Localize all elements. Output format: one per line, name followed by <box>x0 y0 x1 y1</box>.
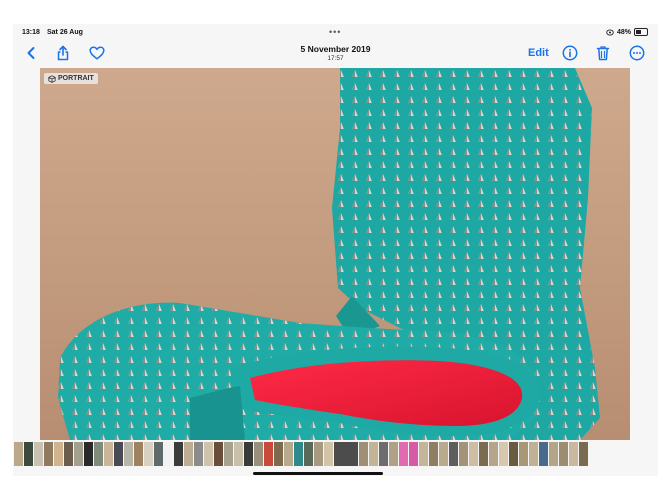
filmstrip-thumbnail[interactable] <box>54 442 63 466</box>
filmstrip-thumbnail[interactable] <box>539 442 548 466</box>
filmstrip-thumbnail[interactable] <box>214 442 223 466</box>
battery-percent: 48% <box>616 28 631 36</box>
filmstrip-thumbnail[interactable] <box>224 442 233 466</box>
studded-heels-photo <box>40 68 630 440</box>
photo-viewer[interactable]: PORTRAIT <box>40 68 630 440</box>
info-icon <box>562 45 578 61</box>
more-icon <box>629 45 645 61</box>
filmstrip-thumbnail[interactable] <box>254 442 263 466</box>
filmstrip-thumbnail[interactable] <box>294 442 303 466</box>
filmstrip-thumbnail[interactable] <box>124 442 133 466</box>
multitasking-dots-icon[interactable]: ••• <box>329 27 341 37</box>
orientation-lock-icon <box>606 28 614 36</box>
filmstrip-thumbnail[interactable] <box>529 442 538 466</box>
filmstrip[interactable] <box>13 442 658 468</box>
filmstrip-thumbnail[interactable] <box>559 442 568 466</box>
filmstrip-thumbnail[interactable] <box>579 442 588 466</box>
filmstrip-thumbnail-current[interactable] <box>334 442 358 466</box>
filmstrip-thumbnail[interactable] <box>34 442 43 466</box>
filmstrip-thumbnail[interactable] <box>234 442 243 466</box>
filmstrip-thumbnail[interactable] <box>194 442 203 466</box>
filmstrip-thumbnail[interactable] <box>439 442 448 466</box>
filmstrip-thumbnail[interactable] <box>449 442 458 466</box>
filmstrip-thumbnail[interactable] <box>569 442 578 466</box>
filmstrip-thumbnail[interactable] <box>114 442 123 466</box>
filmstrip-thumbnail[interactable] <box>389 442 398 466</box>
cube-icon <box>48 74 56 83</box>
filmstrip-thumbnail[interactable] <box>104 442 113 466</box>
filmstrip-thumbnail[interactable] <box>379 442 388 466</box>
portrait-badge: PORTRAIT <box>44 73 98 84</box>
delete-button[interactable] <box>593 43 613 63</box>
filmstrip-thumbnail[interactable] <box>244 442 253 466</box>
filmstrip-thumbnail[interactable] <box>24 442 33 466</box>
filmstrip-thumbnail[interactable] <box>74 442 83 466</box>
home-indicator[interactable] <box>253 472 383 475</box>
filmstrip-thumbnail[interactable] <box>479 442 488 466</box>
navigation-bar: 5 November 2019 17:57 Edit <box>13 40 658 66</box>
more-button[interactable] <box>627 43 647 63</box>
battery-icon <box>634 28 648 36</box>
filmstrip-thumbnail[interactable] <box>399 442 408 466</box>
edit-button[interactable]: Edit <box>528 47 549 59</box>
filmstrip-thumbnail[interactable] <box>94 442 103 466</box>
filmstrip-thumbnail[interactable] <box>174 442 183 466</box>
filmstrip-thumbnail[interactable] <box>459 442 468 466</box>
filmstrip-thumbnail[interactable] <box>489 442 498 466</box>
portrait-label: PORTRAIT <box>58 75 94 82</box>
filmstrip-thumbnail[interactable] <box>304 442 313 466</box>
filmstrip-thumbnail[interactable] <box>154 442 163 466</box>
filmstrip-thumbnail[interactable] <box>324 442 333 466</box>
filmstrip-thumbnail[interactable] <box>499 442 508 466</box>
info-button[interactable] <box>560 43 580 63</box>
filmstrip-thumbnail[interactable] <box>14 442 23 466</box>
filmstrip-thumbnail[interactable] <box>314 442 323 466</box>
filmstrip-thumbnail[interactable] <box>369 442 378 466</box>
filmstrip-thumbnail[interactable] <box>184 442 193 466</box>
filmstrip-thumbnail[interactable] <box>264 442 273 466</box>
photos-screen: 13:18 Sat 26 Aug ••• 48% 5 November 2019… <box>13 24 658 476</box>
trash-icon <box>596 46 610 61</box>
filmstrip-thumbnail[interactable] <box>519 442 528 466</box>
filmstrip-thumbnail[interactable] <box>284 442 293 466</box>
filmstrip-thumbnail[interactable] <box>419 442 428 466</box>
filmstrip-thumbnail[interactable] <box>64 442 73 466</box>
filmstrip-thumbnail[interactable] <box>44 442 53 466</box>
filmstrip-thumbnail[interactable] <box>204 442 213 466</box>
filmstrip-thumbnail[interactable] <box>409 442 418 466</box>
filmstrip-thumbnail[interactable] <box>429 442 438 466</box>
status-date: Sat 26 Aug <box>47 29 83 36</box>
filmstrip-thumbnail[interactable] <box>359 442 368 466</box>
filmstrip-thumbnail[interactable] <box>84 442 93 466</box>
status-bar: 13:18 Sat 26 Aug ••• 48% <box>13 24 658 40</box>
filmstrip-thumbnail[interactable] <box>144 442 153 466</box>
filmstrip-thumbnail[interactable] <box>134 442 143 466</box>
filmstrip-thumbnail[interactable] <box>274 442 283 466</box>
filmstrip-thumbnail[interactable] <box>164 442 173 466</box>
filmstrip-thumbnail[interactable] <box>509 442 518 466</box>
status-time: 13:18 <box>22 29 40 36</box>
filmstrip-thumbnail[interactable] <box>469 442 478 466</box>
filmstrip-thumbnail[interactable] <box>549 442 558 466</box>
